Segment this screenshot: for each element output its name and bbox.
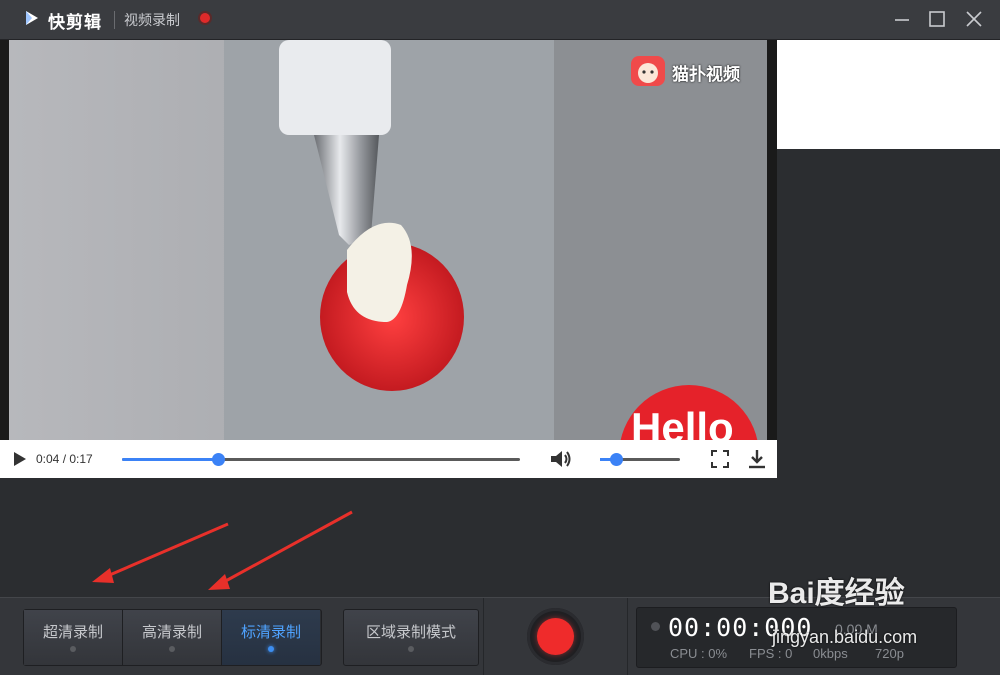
fps-stat: FPS : 0 [749,646,793,661]
baidu-watermark-url: jingyan.baidu.com [772,627,918,647]
quality-indicator-dot [268,646,274,652]
quality-sd-button[interactable]: 标清录制 [222,610,320,665]
quality-indicator-dot [169,646,175,652]
bitrate-stat: 0kbps [813,646,848,661]
quality-label: 高清录制 [141,623,202,641]
quality-hd-button[interactable]: 高清录制 [123,610,222,665]
region-record-mode-button[interactable]: 区域录制模式 [343,609,479,666]
region-indicator-dot [408,646,414,652]
resolution-stat: 720p [875,646,904,661]
arrow-head-left [92,568,114,583]
quality-label: 标清录制 [240,623,301,641]
status-indicator-icon [651,622,660,631]
record-icon [537,618,574,655]
toolbar-divider [483,598,484,675]
quality-indicator-dot [70,646,76,652]
arrow-head-right [208,574,230,590]
cpu-stat: CPU : 0% [670,646,728,661]
quality-label: 超清录制 [42,623,103,641]
record-button[interactable] [527,608,584,665]
quality-super-hd-button[interactable]: 超清录制 [24,610,123,665]
baidu-watermark-logo: Bai度经验 [768,577,905,610]
region-record-label: 区域录制模式 [365,623,456,641]
toolbar-divider [627,598,628,675]
quality-selector: 超清录制 高清录制 标清录制 [23,609,322,666]
